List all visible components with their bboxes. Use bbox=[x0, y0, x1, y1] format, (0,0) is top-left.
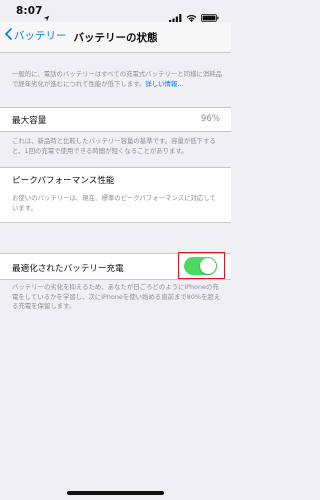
peak-performance-label: ピークパフォーマンス性能 bbox=[12, 176, 115, 186]
max-capacity-description: これは、新品時と比較したバッテリー容量の基準です。容量が低下すると、1回の充電で… bbox=[12, 137, 216, 155]
screen: 8:07 バッテリー バッテリーの状態 一般的に、電話のバッテリーはすべての充電… bbox=[0, 0, 231, 500]
status-time: 8:07 bbox=[16, 5, 43, 17]
peak-performance-detail: お使いのバッテリーは、現在、標準のピークパフォーマンスに対応しています。 bbox=[0, 189, 231, 223]
status-bar: 8:07 bbox=[0, 0, 231, 22]
max-capacity-label: 最大容量 bbox=[12, 116, 47, 126]
peak-performance-row: ピークパフォーマンス性能 bbox=[0, 167, 231, 191]
peak-performance-description: お使いのバッテリーは、現在、標準のピークパフォーマンスに対応しています。 bbox=[12, 194, 216, 212]
page-title: バッテリーの状態 bbox=[73, 32, 158, 44]
nav-bar: バッテリー バッテリーの状態 bbox=[0, 22, 231, 53]
intro-text: 一般的に、電話のバッテリーはすべての充電式バッテリーと同様に消耗品で経年劣化が進… bbox=[12, 70, 222, 89]
optimized-charging-label: 最適化されたバッテリー充電 bbox=[12, 264, 124, 274]
intro-description: 一般的に、電話のバッテリーはすべての充電式バッテリーと同様に消耗品で経年劣化が進… bbox=[12, 70, 222, 88]
home-indicator bbox=[67, 491, 164, 495]
max-capacity-row: 最大容量 96% bbox=[0, 107, 231, 132]
learn-more-link[interactable]: 詳しい情報... bbox=[145, 80, 183, 88]
optimized-charging-description: バッテリーの劣化を抑えるため、あなたが日ごろどのようにiPhoneの充電をしてい… bbox=[12, 283, 221, 310]
max-capacity-value: 96% bbox=[200, 114, 220, 124]
highlight-frame bbox=[178, 252, 225, 279]
